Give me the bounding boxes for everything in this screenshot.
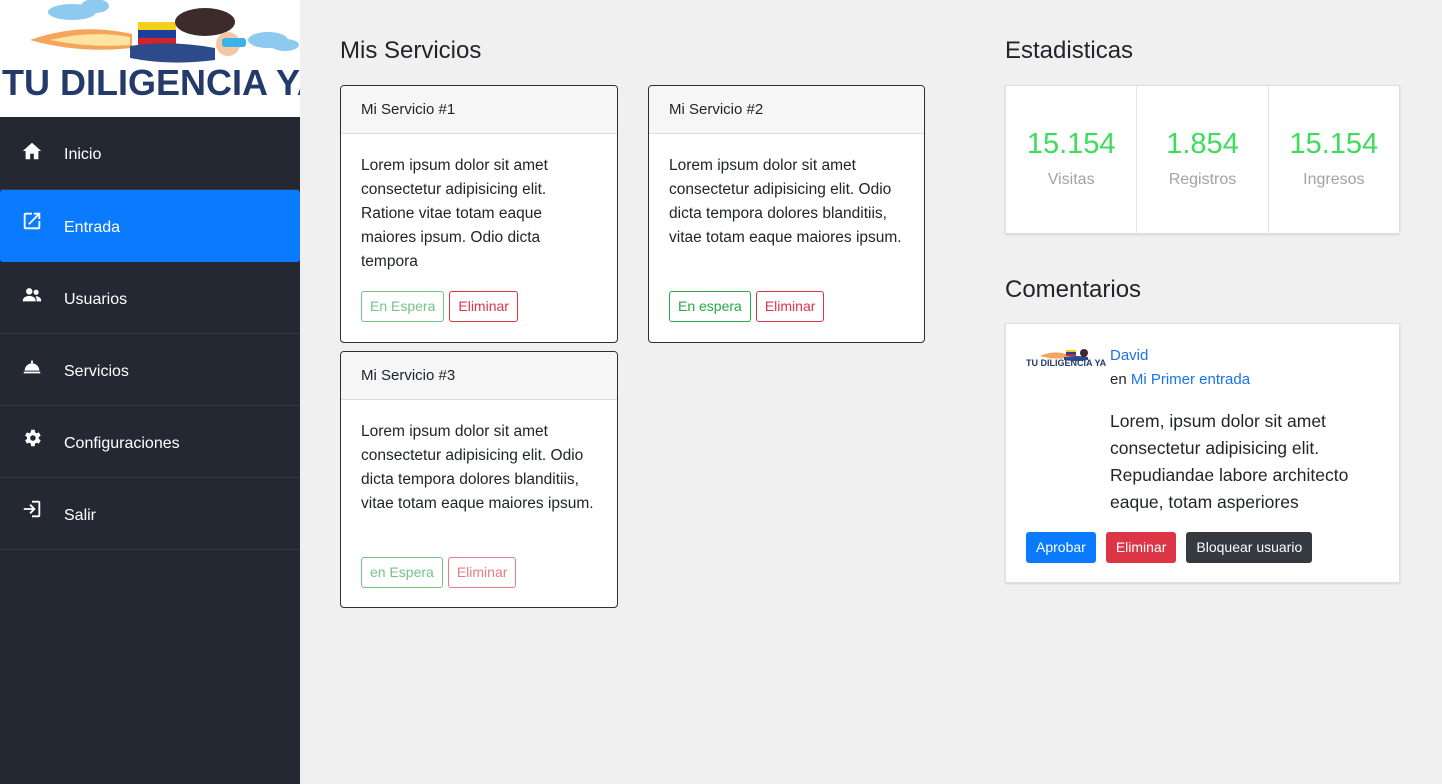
sidebar: TU DILIGENCIA YA Inicio Entrada Usuarios… — [0, 0, 300, 784]
author-link[interactable]: David — [1110, 347, 1148, 364]
service-card-title: Mi Servicio #1 — [341, 86, 617, 134]
service-card: Mi Servicio #3 Lorem ipsum dolor sit ame… — [340, 351, 618, 608]
service-card-body: Lorem ipsum dolor sit amet consectetur a… — [669, 157, 902, 246]
stat-label: Ingresos — [1303, 171, 1365, 188]
avatar: TU DILIGENCIA YA — [1026, 344, 1106, 374]
sidebar-item-label: Inicio — [64, 146, 102, 163]
status-button[interactable]: en Espera — [361, 557, 443, 588]
service-card-actions: En Espera Eliminar — [361, 291, 518, 322]
sidebar-item-label: Configuraciones — [64, 435, 180, 452]
sidebar-item-inicio[interactable]: Inicio — [0, 117, 300, 190]
sidebar-item-usuarios[interactable]: Usuarios — [0, 262, 300, 334]
sidebar-item-label: Usuarios — [64, 291, 128, 308]
comment-author: David — [1110, 347, 1148, 364]
service-card-body: Lorem ipsum dolor sit amet consectetur a… — [361, 423, 594, 512]
in-label: en — [1110, 371, 1127, 388]
service-card-actions: en Espera Eliminar — [361, 557, 517, 588]
external-link-icon — [23, 212, 41, 230]
stat-visitas: 15.154 Visitas — [1006, 86, 1138, 233]
service-card: Mi Servicio #2 Lorem ipsum dolor sit ame… — [648, 85, 925, 343]
gear-icon — [25, 429, 41, 447]
delete-button[interactable]: Eliminar — [449, 291, 518, 322]
stat-label: Visitas — [1047, 171, 1095, 188]
service-card: Mi Servicio #1 Lorem ipsum dolor sit ame… — [340, 85, 618, 343]
comment-actions: Aprobar Eliminar Bloquear usuario — [1026, 532, 1313, 563]
home-icon — [22, 142, 42, 160]
sidebar-item-servicios[interactable]: Servicios — [0, 334, 300, 406]
service-card-title: Mi Servicio #3 — [341, 352, 617, 400]
delete-button[interactable]: Eliminar — [755, 291, 825, 322]
stat-value: 1.854 — [1166, 128, 1239, 160]
status-button[interactable]: En Espera — [361, 291, 445, 322]
service-card-title: Mi Servicio #2 — [649, 86, 924, 134]
stats-title: Estadisticas — [1005, 37, 1134, 64]
comment-post: en Mi Primer entrada — [1110, 371, 1250, 388]
stats-panel: 15.154 Visitas 1.854 Registros 15.154 In… — [1005, 85, 1400, 234]
sidebar-item-label: Servicios — [64, 363, 129, 380]
stat-ingresos: 15.154 Ingresos — [1269, 86, 1399, 233]
users-icon — [22, 288, 42, 302]
delete-comment-button[interactable]: Eliminar — [1105, 532, 1177, 563]
service-card-actions: En espera Eliminar — [669, 291, 825, 322]
stat-value: 15.154 — [1289, 128, 1379, 160]
status-button[interactable]: En espera — [669, 291, 751, 322]
sidebar-item-entrada[interactable]: Entrada — [0, 190, 300, 262]
stat-registros: 1.854 Registros — [1137, 86, 1269, 233]
sidebar-item-salir[interactable]: Salir — [0, 478, 300, 550]
approve-button[interactable]: Aprobar — [1026, 532, 1096, 563]
post-link[interactable]: Mi Primer entrada — [1131, 371, 1250, 388]
sidebar-item-label: Entrada — [64, 219, 121, 236]
comment-card: TU DILIGENCIA YA David en Mi Primer entr… — [1005, 323, 1400, 583]
sidebar-item-configuraciones[interactable]: Configuraciones — [0, 406, 300, 478]
block-user-button[interactable]: Bloquear usuario — [1186, 532, 1313, 563]
comment-text: Lorem, ipsum dolor sit amet consectetur … — [1110, 411, 1349, 512]
service-card-body: Lorem ipsum dolor sit amet consectetur a… — [361, 157, 548, 270]
service-bell-icon — [23, 360, 41, 374]
avatar-text: TU DILIGENCIA YA — [1026, 358, 1107, 368]
stat-label: Registros — [1168, 171, 1237, 188]
services-title: Mis Servicios — [340, 37, 482, 64]
sidebar-item-label: Salir — [64, 507, 97, 524]
delete-button[interactable]: Eliminar — [447, 557, 517, 588]
stat-value: 15.154 — [1026, 128, 1116, 160]
sign-in-icon — [23, 500, 41, 518]
comments-title: Comentarios — [1005, 276, 1142, 303]
logo-text: TU DILIGENCIA YA — [2, 62, 300, 103]
logo[interactable]: TU DILIGENCIA YA — [0, 0, 300, 117]
